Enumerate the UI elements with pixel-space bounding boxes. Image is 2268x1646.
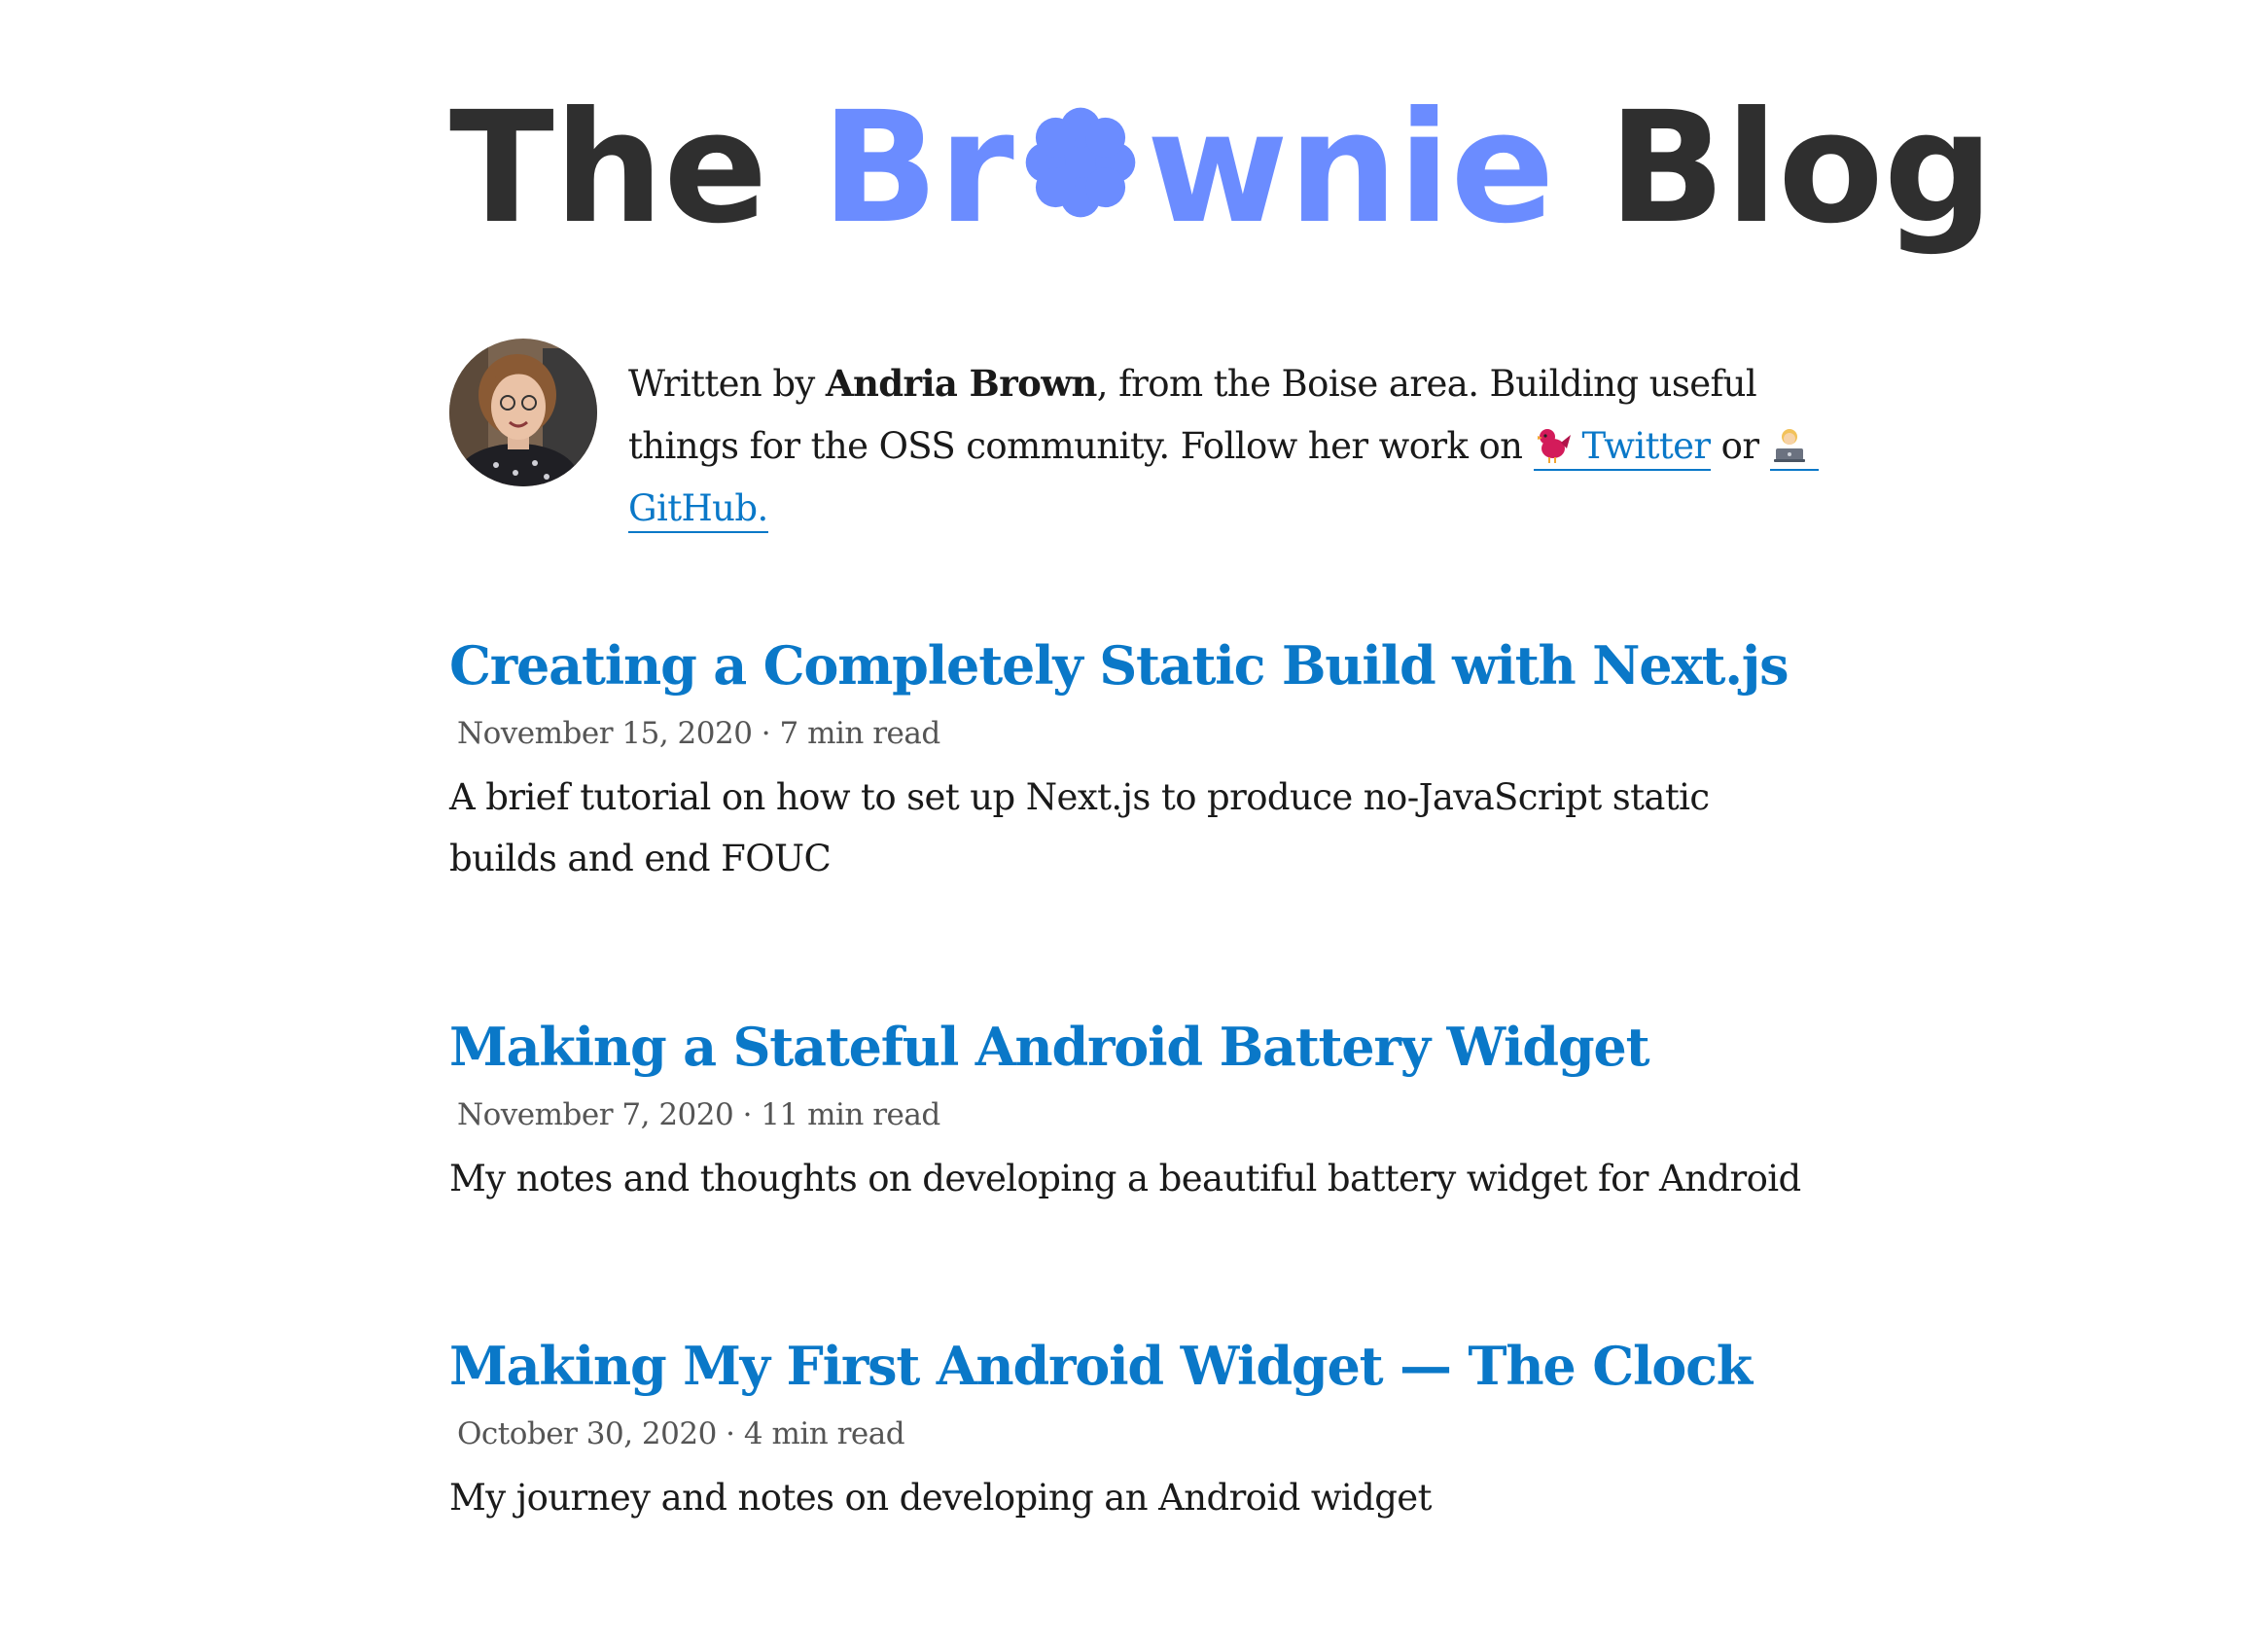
site-title[interactable]: The Br wnie Blog — [449, 76, 1994, 261]
brownie-logo-icon — [1018, 100, 1143, 225]
post-description: My notes and thoughts on developing a be… — [449, 1158, 1801, 1199]
post-date: November 7, 2020 — [457, 1097, 734, 1132]
post-meta: November 7, 2020 · 11 min read — [457, 1095, 1830, 1134]
site-title-blog: Blog — [1608, 79, 1994, 258]
twitter-link-label: Twitter — [1581, 425, 1712, 467]
post-title-link[interactable]: Making My First Android Widget — The Clo… — [449, 1331, 1830, 1401]
twitter-link[interactable]: Twitter — [1533, 425, 1712, 471]
github-link-label: GitHub. — [628, 487, 768, 529]
post-read-time: 11 min read — [761, 1097, 940, 1132]
author-name: Andria Brown — [825, 362, 1097, 405]
post-meta: October 30, 2020 · 4 min read — [457, 1414, 1830, 1453]
post-item: Making My First Android Widget — The Clo… — [449, 1331, 1830, 1528]
post-title-link[interactable]: Creating a Completely Static Build with … — [449, 630, 1830, 700]
site-title-the: The — [449, 79, 768, 258]
author-bio: Written by Andria Brown, from the Boise … — [449, 339, 1830, 533]
post-item: Creating a Completely Static Build with … — [449, 630, 1830, 889]
post-meta: November 15, 2020 · 7 min read — [457, 714, 1830, 753]
avatar — [449, 339, 597, 486]
site-title-wnie: wnie — [1146, 79, 1555, 258]
post-read-time: 7 min read — [779, 716, 941, 751]
meta-separator: · — [716, 1416, 744, 1451]
bio-text: Written by Andria Brown, from the Boise … — [628, 352, 1825, 540]
post-date: October 30, 2020 — [457, 1416, 717, 1451]
technologist-emoji-icon — [1770, 425, 1809, 464]
post-description: A brief tutorial on how to set up Next.j… — [449, 776, 1710, 879]
post-read-time: 4 min read — [743, 1416, 905, 1451]
site-title-br: Br — [821, 79, 1014, 258]
post-title-link[interactable]: Making a Stateful Android Battery Widget — [449, 1012, 1830, 1082]
meta-separator: · — [752, 716, 780, 751]
bio-prefix: Written by — [628, 363, 826, 405]
meta-separator: · — [733, 1097, 762, 1132]
post-item: Making a Stateful Android Battery Widget… — [449, 1012, 1830, 1209]
post-date: November 15, 2020 — [457, 716, 753, 751]
bio-or: or — [1710, 425, 1770, 467]
site-title-brownie: Br wnie — [821, 79, 1554, 258]
bird-emoji-icon — [1534, 425, 1573, 464]
post-description: My journey and notes on developing an An… — [449, 1477, 1432, 1519]
